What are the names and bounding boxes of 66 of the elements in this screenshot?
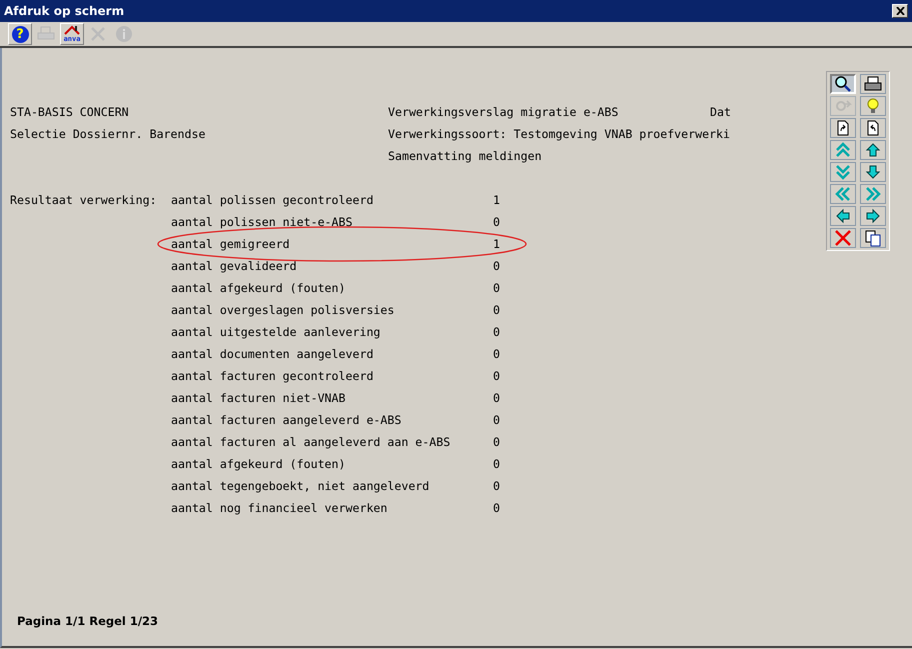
result-value: 0: [493, 390, 500, 407]
result-value: 0: [493, 434, 500, 451]
magnifier-icon: [834, 75, 852, 93]
status-text: Pagina 1/1 Regel 1/23: [16, 614, 160, 630]
result-label: aantal gemigreerd: [171, 237, 290, 251]
result-value: 0: [493, 368, 500, 385]
result-label: aantal polissen gecontroleerd: [171, 193, 374, 207]
result-value: 1: [493, 192, 500, 209]
result-value: 0: [493, 324, 500, 341]
window-title: Afdruk op scherm: [4, 4, 124, 18]
down-arrow-button[interactable]: [860, 162, 886, 182]
result-label: aantal polissen niet-e-ABS: [171, 215, 352, 229]
result-label: aantal tegengeboekt, niet aangeleverd: [171, 479, 430, 493]
report-header-text: Verwerkingssoort: Testomgeving VNAB proefverwerki: [388, 127, 730, 141]
result-value: 0: [493, 214, 500, 231]
report-header-text: Dat: [710, 105, 731, 119]
double-down-arrow-icon: [834, 163, 852, 181]
up-arrow-icon: [864, 141, 882, 159]
close-icon: [896, 7, 904, 15]
result-value: 0: [493, 412, 500, 429]
section-label: Resultaat verwerking:: [10, 193, 157, 207]
result-label: aantal afgekeurd (fouten): [171, 281, 346, 295]
help-button[interactable]: ?: [8, 23, 32, 45]
magnifier-button[interactable]: [830, 74, 856, 94]
printer-icon: [864, 75, 882, 93]
result-label: aantal documenten aangeleverd: [171, 347, 374, 361]
result-value: 0: [493, 478, 500, 495]
result-value: 0: [493, 280, 500, 297]
result-value: 0: [493, 258, 500, 275]
right-arrow-icon: [864, 207, 882, 225]
lightbulb-button[interactable]: [860, 96, 886, 116]
report-header-text: Samenvatting meldingen: [388, 149, 542, 163]
double-up-arrow-icon: [834, 141, 852, 159]
copy-icon: [864, 229, 882, 247]
printer-button[interactable]: [860, 74, 886, 94]
left-arrow-icon: [834, 207, 852, 225]
result-label: aantal facturen aangeleverd e-ABS: [171, 413, 402, 427]
report-header-text: STA-BASIS CONCERN: [10, 105, 129, 119]
double-right-arrow-icon: [864, 185, 882, 203]
result-label: aantal gevalideerd: [171, 259, 297, 273]
result-value: 1: [493, 236, 500, 253]
result-label: aantal uitgestelde aanlevering: [171, 325, 380, 339]
result-label: aantal facturen gecontroleerd: [171, 369, 374, 383]
result-label: aantal facturen al aangeleverd aan e-ABS: [171, 435, 450, 449]
result-value: 0: [493, 456, 500, 473]
double-left-arrow-icon: [834, 185, 852, 203]
report-header-text: Selectie Dossiernr. Barendse: [10, 127, 206, 141]
right-arrow-button[interactable]: [860, 206, 886, 226]
up-arrow-button[interactable]: [860, 140, 886, 160]
page-button[interactable]: [830, 118, 856, 138]
result-value: 0: [493, 346, 500, 363]
info-icon: [115, 25, 133, 43]
result-label: aantal afgekeurd (fouten): [171, 457, 346, 471]
result-label: aantal facturen niet-VNAB: [171, 391, 346, 405]
result-label: aantal overgeslagen polisversies: [171, 303, 394, 317]
result-value: 0: [493, 302, 500, 319]
copy-button[interactable]: [860, 228, 886, 248]
report-header-text: Verwerkingsverslag migratie e-ABS: [388, 105, 618, 119]
page-button[interactable]: [860, 118, 886, 138]
result-label: aantal nog financieel verwerken: [171, 501, 388, 515]
left-arrow-button[interactable]: [830, 206, 856, 226]
close-icon: [834, 229, 852, 247]
house-icon: [63, 25, 81, 35]
cross-icon: [89, 25, 107, 43]
result-value: 0: [493, 500, 500, 517]
down-arrow-icon: [864, 163, 882, 181]
